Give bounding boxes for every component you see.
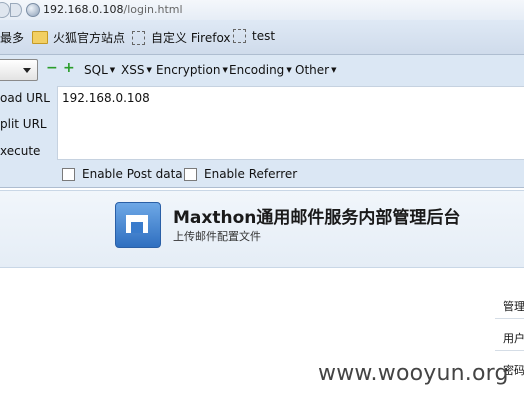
caret-down-icon: ▼ (146, 66, 152, 74)
page-subtitle: 上传邮件配置文件 (173, 230, 261, 243)
menu-other[interactable]: Other ▼ (295, 63, 336, 77)
bookmark-customize-firefox[interactable]: 自定义 Firefox (132, 29, 231, 46)
menu-encryption[interactable]: Encryption ▼ (156, 63, 228, 77)
checkbox-box[interactable] (62, 167, 75, 181)
page-icon (233, 29, 246, 43)
page-header-band (0, 190, 524, 268)
checkbox-label: Enable Referrer (204, 167, 298, 181)
url-host: 192.168.0.108 (43, 3, 124, 16)
menu-label: Other (295, 63, 330, 77)
bookmark-label: 火狐官方站点 (53, 31, 126, 45)
caret-down-icon: ▼ (331, 66, 337, 74)
back-button[interactable] (0, 2, 10, 18)
globe-icon (26, 3, 40, 17)
menu-label: SQL (84, 63, 108, 77)
enable-referrer-checkbox[interactable]: Enable Referrer (184, 167, 297, 181)
checkbox-box[interactable] (184, 167, 197, 181)
menu-label: XSS (121, 63, 145, 77)
page-title: Maxthon通用邮件服务内部管理后台 (173, 208, 461, 228)
page-icon (132, 30, 145, 45)
execute-button[interactable]: xecute (0, 144, 40, 158)
bookmark-label: 自定义 Firefox (151, 31, 231, 45)
chevron-down-icon (23, 68, 31, 73)
load-url-button[interactable]: oad URL (0, 91, 50, 105)
menu-sql[interactable]: SQL ▼ (84, 63, 115, 77)
minus-icon[interactable]: − (46, 61, 58, 75)
username-label: 用户 (503, 332, 524, 345)
menu-xss[interactable]: XSS ▼ (121, 63, 152, 77)
menu-encoding[interactable]: Encoding ▼ (229, 63, 292, 77)
hackbar-load-dropdown[interactable] (0, 59, 38, 81)
caret-down-icon: ▼ (222, 66, 228, 74)
maxthon-logo (115, 202, 161, 248)
bookmarks-toolbar: 最多 火狐官方站点 自定义 Firefox test (0, 20, 524, 55)
url-display[interactable]: 192.168.0.108/login.html (43, 3, 183, 16)
url-path: /login.html (123, 3, 183, 16)
caret-down-icon: ▼ (109, 66, 116, 74)
bookmark-firefox-official[interactable]: 火狐官方站点 (32, 29, 125, 46)
forward-button[interactable] (10, 3, 22, 17)
bookmark-label: 最多 (0, 31, 25, 45)
checkbox-label: Enable Post data (82, 167, 183, 181)
divider (495, 350, 524, 351)
bookmark-label: test (252, 29, 276, 43)
hackbar-panel: − + SQL ▼ XSS ▼ Encryption ▼ Encoding ▼ Othe… (0, 55, 524, 188)
split-url-button[interactable]: plit URL (0, 117, 47, 131)
admin-label: 管理 (503, 300, 524, 313)
divider (495, 318, 524, 319)
plus-icon[interactable]: + (63, 61, 75, 75)
watermark-text: www.wooyun.org (318, 361, 509, 386)
bookmark-most-visited[interactable]: 最多 (0, 29, 24, 46)
menu-label: Encoding (229, 63, 285, 77)
hackbar-url-textarea[interactable]: 192.168.0.108 (57, 86, 524, 160)
url-textarea-value: 192.168.0.108 (62, 91, 150, 105)
bookmark-test[interactable]: test (233, 29, 275, 43)
folder-icon (32, 31, 48, 44)
enable-post-checkbox[interactable]: Enable Post data (62, 167, 183, 181)
logo-inner-shape (131, 222, 143, 233)
address-bar[interactable]: 192.168.0.108/login.html (0, 0, 524, 21)
caret-down-icon: ▼ (286, 66, 292, 74)
menu-label: Encryption (156, 63, 221, 77)
